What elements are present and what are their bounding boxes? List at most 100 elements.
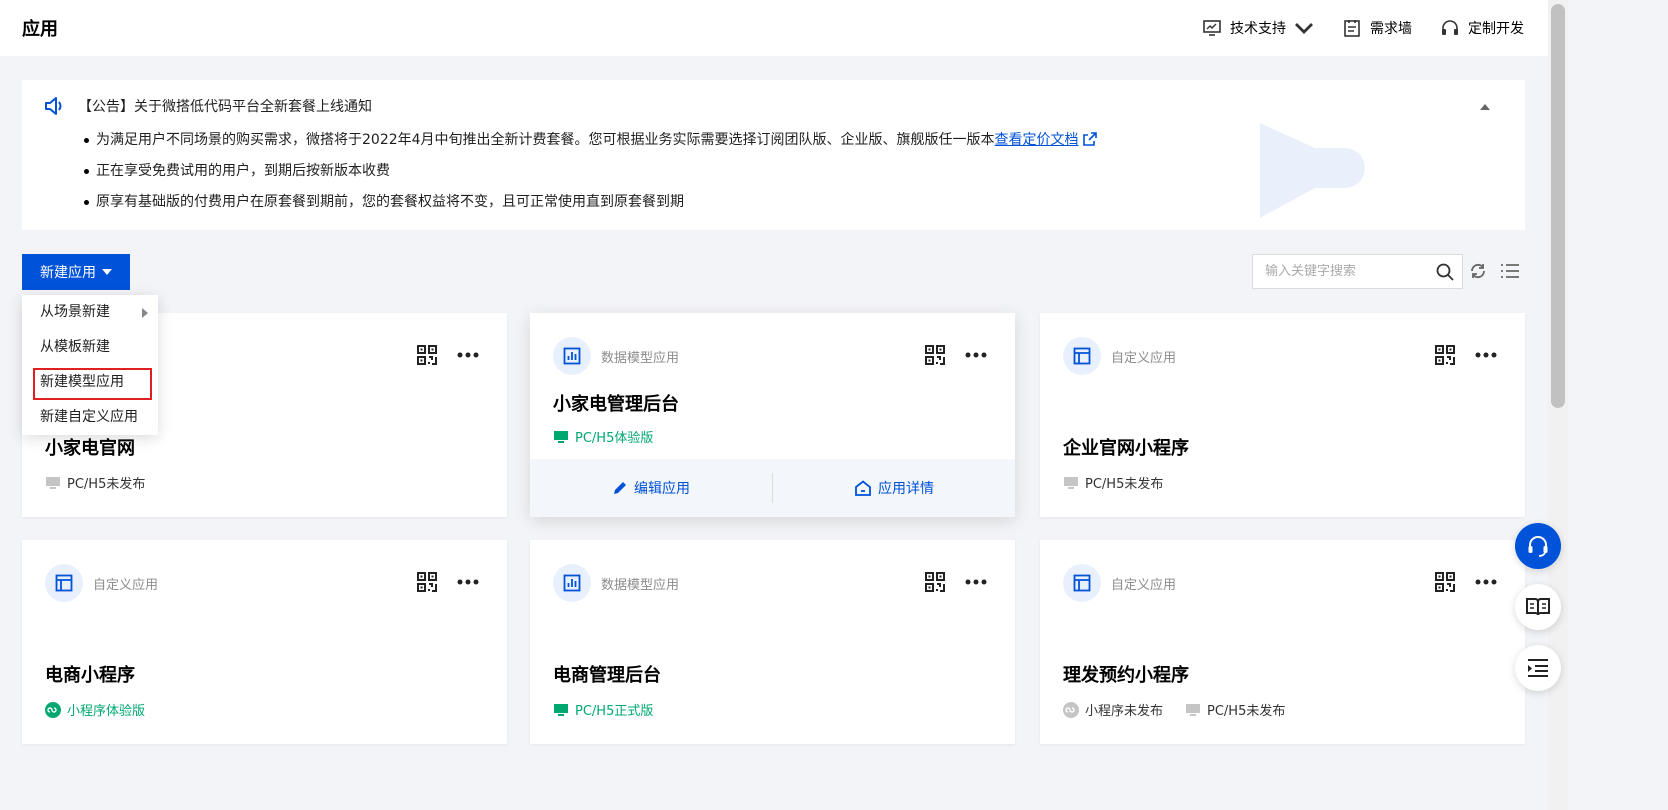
speaker-icon [45,97,62,115]
caret-right-icon [142,308,148,318]
announcement-item: 原享有基础版的付费用户在原套餐到期前，您的套餐权益将不变，且可正常使用直到原套餐… [84,192,1097,212]
card-status: PC/H5正式版 [553,700,669,719]
custom-dev-label: 定制开发 [1468,21,1524,37]
more-icon[interactable] [965,572,987,592]
card-actions: 编辑应用 应用详情 [530,459,1015,517]
card-status: PC/H5未发布 [1063,473,1179,492]
qrcode-icon[interactable] [417,572,437,592]
tech-support-menu[interactable]: 技术支持 [1202,18,1314,38]
card-type-label: 数据模型应用 [601,577,680,593]
qrcode-icon[interactable] [417,345,437,365]
caret-down-icon [102,269,112,275]
external-link-icon[interactable] [1082,132,1097,146]
card-type: 数据模型应用 [553,337,679,375]
card-type: 自定义应用 [1063,564,1176,602]
more-icon[interactable] [1475,345,1497,365]
card-status: PC/H5体验版 [553,427,669,446]
new-app-button[interactable]: 新建应用 [22,254,130,290]
chart-icon [553,337,591,375]
search-box [1252,254,1463,289]
clipboard-icon [1344,20,1360,37]
app-card[interactable]: 自定义应用 理发预约小程序 小程序未发布 PC/H5未发布 [1040,540,1525,744]
edit-icon [614,482,626,494]
card-status: 小程序未发布 PC/H5未发布 [1063,700,1301,719]
card-type: 数据模型应用 [553,564,679,602]
qrcode-icon[interactable] [1435,345,1455,365]
requirements-wall-link[interactable]: 需求墙 [1342,18,1412,38]
search-icon[interactable] [1436,263,1454,281]
customer-service-button[interactable] [1515,523,1561,569]
monitor-icon [1186,703,1201,716]
card-app-name: 小家电管理后台 [553,394,679,415]
more-icon[interactable] [457,345,479,365]
more-icon[interactable] [457,572,479,592]
book-icon [1526,598,1550,616]
top-bar: 应用 技术支持 需求墙 定制开发 [0,0,1548,56]
status-label: 小程序未发布 [1085,704,1164,719]
collapse-up-icon[interactable] [1479,102,1491,112]
indent-list-icon [1528,659,1548,677]
chart-icon [553,564,591,602]
card-type-label: 自定义应用 [1111,577,1177,593]
qrcode-icon[interactable] [1435,572,1455,592]
card-type-label: 自定义应用 [93,577,159,593]
custom-dev-link[interactable]: 定制开发 [1440,18,1524,38]
announcement-item: 正在享受免费试用的用户，到期后按新版本收费 [84,161,1097,181]
layout-icon [1063,337,1101,375]
status-label: PC/H5未发布 [67,477,146,492]
card-app-name: 小家电官网 [45,438,135,459]
monitor-icon [1064,476,1078,489]
card-app-name: 电商管理后台 [553,665,661,686]
docs-button[interactable] [1515,584,1561,630]
card-app-name: 电商小程序 [45,665,135,686]
card-app-name: 理发预约小程序 [1063,665,1189,686]
card-type-label: 数据模型应用 [601,350,680,366]
headset-icon [1528,536,1548,557]
status-label: PC/H5体验版 [575,431,654,446]
announcement-panel: 【公告】关于微搭低代码平台全新套餐上线通知 为满足用户不同场景的购买需求，微搭将… [22,80,1525,230]
monitor-icon [554,703,568,716]
chevron-down-icon [1295,23,1313,34]
refresh-icon[interactable] [1469,262,1487,280]
menu-item-new-custom-app[interactable]: 新建自定义应用 [22,400,158,435]
outline-button[interactable] [1515,645,1561,691]
page-title: 应用 [22,19,58,40]
status-label: PC/H5未发布 [1085,477,1164,492]
monitor-icon [554,430,568,443]
requirements-wall-label: 需求墙 [1370,21,1412,37]
app-card[interactable]: 数据模型应用 电商管理后台 PC/H5正式版 [530,540,1015,744]
menu-item-new-model-app[interactable]: 新建模型应用 [22,365,158,400]
layout-icon [1063,564,1101,602]
new-app-dropdown: 从场景新建 从模板新建 新建模型应用 新建自定义应用 [22,295,158,435]
scrollbar-thumb[interactable] [1551,4,1565,408]
app-card[interactable]: 数据模型应用 小家电管理后台 PC/H5体验版 编辑应用 应用详情 [530,313,1015,517]
new-app-label: 新建应用 [40,265,96,281]
app-card[interactable]: 自定义应用 企业官网小程序 PC/H5未发布 [1040,313,1525,517]
headset-icon [1442,20,1458,35]
status-label: 小程序体验版 [67,704,146,719]
layout-icon [45,564,83,602]
announcement-list: 为满足用户不同场景的购买需求，微搭将于2022年4月中旬推出全新计费套餐。您可根… [84,130,1097,223]
page-scrollbar[interactable] [1548,0,1568,810]
menu-item-from-scene[interactable]: 从场景新建 [22,295,158,330]
search-input[interactable] [1265,264,1436,279]
menu-item-from-template[interactable]: 从模板新建 [22,330,158,365]
monitor-icon [46,476,60,489]
card-type: 自定义应用 [1063,337,1176,375]
qrcode-icon[interactable] [925,345,945,365]
announcement-title: 【公告】关于微搭低代码平台全新套餐上线通知 [78,99,372,115]
card-app-name: 企业官网小程序 [1063,438,1189,459]
top-actions: 技术支持 需求墙 定制开发 [1202,18,1524,38]
miniprogram-icon [1063,701,1079,718]
more-icon[interactable] [965,345,987,365]
status-label: PC/H5正式版 [575,704,654,719]
pricing-doc-link[interactable]: 查看定价文档 [995,132,1079,148]
megaphone-watermark-icon [1260,123,1365,218]
qrcode-icon[interactable] [925,572,945,592]
monitor-icon [1203,20,1221,36]
edit-app-button[interactable]: 编辑应用 [530,478,772,498]
app-card[interactable]: 自定义应用 电商小程序 小程序体验版 [22,540,507,744]
app-details-button[interactable]: 应用详情 [773,478,1015,498]
list-view-icon[interactable] [1500,262,1520,280]
more-icon[interactable] [1475,572,1497,592]
